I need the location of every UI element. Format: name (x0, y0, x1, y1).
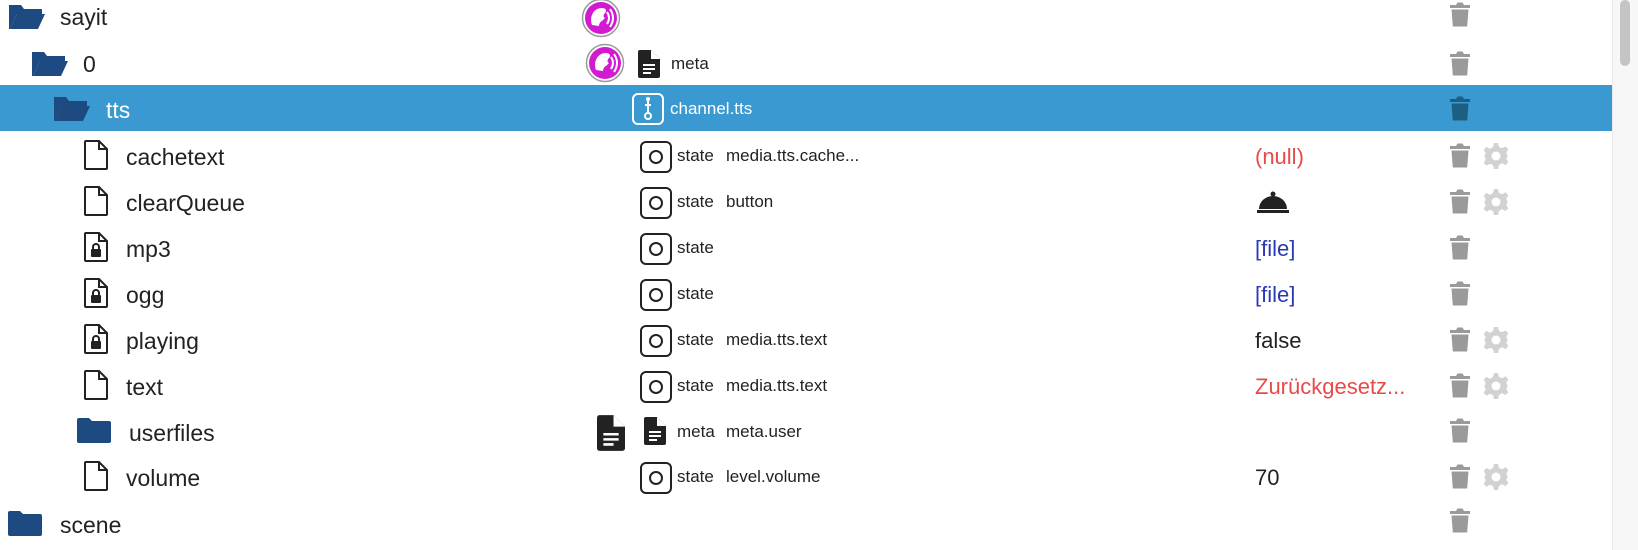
tree-row-scene[interactable]: scene (0, 500, 1612, 548)
object-name: volume (126, 465, 201, 491)
vertical-scrollbar[interactable] (1612, 0, 1638, 550)
folder-open-icon[interactable] (53, 94, 91, 127)
object-type: state (677, 284, 714, 303)
object-type: state (677, 146, 714, 165)
object-value[interactable]: [file] (1255, 282, 1295, 308)
object-type: state (677, 467, 714, 486)
object-value[interactable]: Zurückgesetz... (1255, 374, 1405, 400)
object-name: userfiles (129, 420, 215, 446)
folder-icon[interactable] (77, 417, 111, 448)
file-icon[interactable] (84, 461, 108, 496)
object-type: state (677, 376, 714, 395)
object-name: text (126, 374, 164, 400)
object-name: cachetext (126, 144, 225, 170)
object-role: button (726, 192, 774, 211)
file-icon[interactable] (84, 370, 108, 405)
file-icon[interactable] (84, 186, 108, 221)
object-type: state (677, 192, 714, 211)
tree-row-userfiles[interactable]: userfiles meta meta.user (0, 408, 1612, 456)
tree-row-text[interactable]: text state media.tts.text Zurückgesetz..… (0, 363, 1612, 411)
tree-row-sayit[interactable]: sayit (0, 0, 1612, 40)
gear-icon[interactable] (1482, 463, 1510, 496)
object-name: tts (106, 97, 131, 123)
object-value[interactable]: [file] (1255, 236, 1295, 262)
channel-icon (632, 93, 664, 130)
sayit-adapter-icon (585, 43, 625, 88)
file-icon[interactable] (84, 140, 108, 175)
object-type: state (677, 238, 714, 257)
delete-icon[interactable] (1450, 508, 1470, 539)
object-value[interactable]: 70 (1255, 465, 1279, 491)
object-name: playing (126, 328, 199, 354)
delete-icon[interactable] (1450, 143, 1470, 174)
gear-icon[interactable] (1482, 372, 1510, 405)
sayit-adapter-icon (581, 0, 621, 43)
object-tree: sayit 0 meta tts channel.tts cachetext s… (0, 0, 1612, 550)
state-icon (640, 371, 672, 408)
document-icon (597, 415, 625, 456)
delete-icon[interactable] (1450, 51, 1470, 82)
delete-icon[interactable] (1450, 235, 1470, 266)
scrollbar-thumb[interactable] (1620, 0, 1630, 66)
gear-icon[interactable] (1482, 326, 1510, 359)
tree-row-cachetext[interactable]: cachetext state media.tts.cache... (null… (0, 133, 1612, 181)
delete-icon[interactable] (1450, 281, 1470, 312)
file-lock-icon[interactable] (84, 232, 108, 267)
file-lock-icon[interactable] (84, 324, 108, 359)
bell-button-icon[interactable] (1257, 190, 1289, 219)
object-name: ogg (126, 282, 165, 308)
tree-row-playing[interactable]: playing state media.tts.text false (0, 317, 1612, 365)
folder-icon[interactable] (8, 510, 42, 541)
object-name: mp3 (126, 236, 171, 262)
folder-open-icon[interactable] (31, 49, 69, 82)
object-value[interactable]: false (1255, 328, 1301, 354)
object-value[interactable]: (null) (1255, 144, 1304, 170)
delete-icon[interactable] (1450, 2, 1470, 33)
object-type: meta (671, 54, 709, 73)
object-type: state (677, 330, 714, 349)
gear-icon[interactable] (1482, 142, 1510, 175)
tree-row-tts[interactable]: tts channel.tts (0, 85, 1612, 131)
tree-row-clearqueue[interactable]: clearQueue state button (0, 179, 1612, 227)
state-icon (640, 279, 672, 316)
state-icon (640, 141, 672, 178)
object-role: level.volume (726, 467, 821, 486)
object-role: meta.user (726, 422, 802, 441)
state-icon (640, 233, 672, 270)
object-role: channel.tts (670, 99, 753, 118)
object-role: media.tts.text (726, 376, 828, 395)
object-name: 0 (83, 51, 96, 77)
state-icon (640, 187, 672, 224)
delete-icon[interactable] (1450, 418, 1470, 449)
delete-icon[interactable] (1450, 327, 1470, 358)
object-name: sayit (60, 4, 108, 30)
delete-icon[interactable] (1450, 464, 1470, 495)
state-icon (640, 462, 672, 499)
object-type: meta (677, 422, 715, 441)
delete-icon[interactable] (1450, 189, 1470, 220)
gear-icon[interactable] (1482, 188, 1510, 221)
delete-icon[interactable] (1450, 373, 1470, 404)
tree-row-mp3[interactable]: mp3 state [file] (0, 225, 1612, 273)
object-role: media.tts.text (726, 330, 828, 349)
document-icon (644, 417, 666, 450)
delete-icon[interactable] (1450, 96, 1470, 127)
object-role: media.tts.cache... (726, 146, 860, 165)
state-icon (640, 325, 672, 362)
object-name: clearQueue (126, 190, 245, 216)
tree-row-0[interactable]: 0 meta (0, 39, 1612, 87)
object-name: scene (60, 512, 122, 538)
document-icon (638, 50, 660, 83)
file-lock-icon[interactable] (84, 278, 108, 313)
tree-row-ogg[interactable]: ogg state [file] (0, 271, 1612, 319)
folder-open-icon[interactable] (8, 2, 46, 35)
tree-row-volume[interactable]: volume state level.volume 70 (0, 454, 1612, 502)
